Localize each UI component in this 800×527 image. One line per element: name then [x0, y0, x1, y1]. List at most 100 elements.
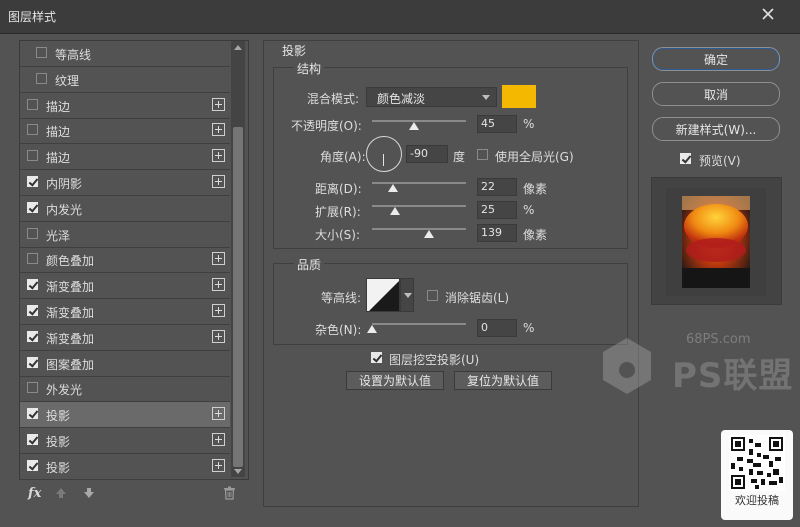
style-list-item[interactable]: 等高线: [20, 41, 230, 67]
move-down-icon[interactable]: [83, 487, 95, 499]
style-list-item[interactable]: 描边: [20, 118, 230, 145]
add-style-plus-icon[interactable]: [212, 252, 225, 266]
close-button[interactable]: [745, 3, 791, 25]
noise-input[interactable]: 0: [477, 319, 517, 337]
style-list-label: 投影: [46, 435, 71, 449]
add-style-plus-icon[interactable]: [212, 123, 225, 137]
global-light-checkbox[interactable]: [477, 149, 488, 160]
style-checkbox[interactable]: [27, 434, 38, 445]
panel-title: 投影: [282, 44, 307, 58]
spread-label: 扩展(R):: [315, 205, 361, 219]
trash-icon[interactable]: [223, 486, 236, 500]
distance-label: 距离(D):: [315, 182, 362, 196]
style-checkbox[interactable]: [27, 305, 38, 316]
style-list-item[interactable]: 渐变叠加: [20, 273, 230, 300]
style-checkbox[interactable]: [27, 330, 38, 342]
style-checkbox[interactable]: [27, 124, 38, 136]
style-checkbox[interactable]: [27, 98, 38, 110]
make-default-button[interactable]: 设置为默认值: [346, 371, 444, 390]
style-list-label: 描边: [46, 125, 71, 140]
style-preview: [651, 177, 782, 305]
cancel-button[interactable]: 取消: [652, 82, 780, 106]
ok-button[interactable]: 确定: [652, 47, 780, 71]
style-list-label: 等高线: [55, 48, 92, 62]
opacity-slider-thumb[interactable]: [409, 122, 419, 130]
noise-slider-thumb[interactable]: [367, 325, 377, 333]
blend-mode-value: 颜色减淡: [377, 92, 426, 106]
blend-mode-label: 混合模式:: [307, 92, 360, 106]
add-style-plus-icon[interactable]: [212, 175, 225, 188]
reset-default-button[interactable]: 复位为默认值: [454, 371, 552, 390]
style-checkbox[interactable]: [27, 253, 38, 265]
shadow-color-swatch[interactable]: [502, 85, 536, 108]
style-checkbox[interactable]: [27, 459, 38, 471]
style-list-item[interactable]: 投影: [20, 454, 230, 480]
scrollbar-thumb[interactable]: [233, 127, 243, 467]
angle-input[interactable]: -90: [406, 145, 448, 163]
style-checkbox[interactable]: [36, 72, 47, 84]
style-checkbox[interactable]: [27, 408, 38, 420]
spread-slider-track[interactable]: [372, 205, 466, 207]
contour-dropdown[interactable]: [400, 278, 414, 312]
blend-mode-select[interactable]: 颜色减淡: [366, 87, 497, 107]
style-checkbox[interactable]: [27, 150, 38, 162]
angle-dial[interactable]: [366, 136, 402, 172]
style-checkbox[interactable]: [27, 382, 38, 394]
style-list-item[interactable]: 纹理: [20, 67, 230, 93]
spread-slider-thumb[interactable]: [390, 207, 400, 215]
add-style-plus-icon[interactable]: [212, 149, 225, 163]
style-list-item[interactable]: 投影: [20, 428, 230, 454]
style-checkbox[interactable]: [27, 356, 38, 368]
style-list-item[interactable]: 渐变叠加: [20, 299, 230, 325]
style-list-item[interactable]: 外发光: [20, 376, 230, 403]
spread-input[interactable]: 25: [477, 201, 517, 219]
noise-slider-track[interactable]: [372, 323, 466, 325]
add-style-plus-icon[interactable]: [212, 458, 225, 472]
style-checkbox[interactable]: [27, 227, 38, 239]
size-input[interactable]: 139: [477, 224, 517, 242]
style-checkbox[interactable]: [36, 47, 47, 58]
distance-slider-track[interactable]: [372, 182, 466, 184]
style-checkbox[interactable]: [27, 201, 38, 213]
add-style-plus-icon[interactable]: [212, 329, 225, 343]
style-checkbox[interactable]: [27, 176, 38, 187]
scroll-down-arrow-icon[interactable]: [234, 469, 242, 474]
add-style-plus-icon[interactable]: [212, 433, 225, 446]
qr-caption: 欢迎投稿: [735, 494, 779, 507]
style-list-item[interactable]: 光泽: [20, 222, 230, 248]
fx-menu-button[interactable]: fx: [28, 486, 41, 501]
style-list-item[interactable]: 颜色叠加: [20, 247, 230, 274]
move-up-icon[interactable]: [55, 487, 67, 499]
knockout-checkbox[interactable]: [371, 352, 382, 363]
style-list-item[interactable]: 图案叠加: [20, 351, 230, 377]
add-style-plus-icon[interactable]: [212, 278, 225, 292]
add-style-plus-icon[interactable]: [212, 97, 225, 111]
size-slider-track[interactable]: [372, 228, 466, 230]
opacity-input[interactable]: 45: [477, 115, 517, 133]
distance-input[interactable]: 22: [477, 178, 517, 196]
chevron-down-icon: [404, 293, 412, 298]
style-list-item[interactable]: 描边: [20, 93, 230, 119]
style-list-label: 渐变叠加: [46, 306, 95, 320]
quality-header: 品质: [294, 256, 325, 273]
style-list-item[interactable]: 内发光: [20, 196, 230, 222]
add-style-plus-icon[interactable]: [212, 407, 225, 421]
spread-unit: %: [523, 203, 535, 217]
style-list-label: 描边: [46, 99, 71, 114]
scroll-up-arrow-icon[interactable]: [234, 45, 242, 50]
size-slider-thumb[interactable]: [424, 230, 434, 238]
preview-checkbox[interactable]: [680, 153, 691, 164]
add-style-plus-icon[interactable]: [212, 304, 225, 317]
style-list-item[interactable]: 内阴影: [20, 170, 230, 196]
style-list-item[interactable]: 描边: [20, 144, 230, 171]
style-list-item[interactable]: 渐变叠加: [20, 325, 230, 351]
structure-header: 结构: [294, 60, 325, 77]
contour-picker[interactable]: [366, 278, 400, 312]
opacity-slider-track[interactable]: [372, 120, 466, 122]
distance-slider-thumb[interactable]: [388, 184, 398, 192]
contour-label: 等高线:: [321, 291, 362, 305]
style-list-item[interactable]: 投影: [20, 402, 230, 429]
new-style-button[interactable]: 新建样式(W)...: [652, 117, 780, 141]
style-checkbox[interactable]: [27, 279, 38, 291]
antialias-checkbox[interactable]: [427, 290, 438, 301]
